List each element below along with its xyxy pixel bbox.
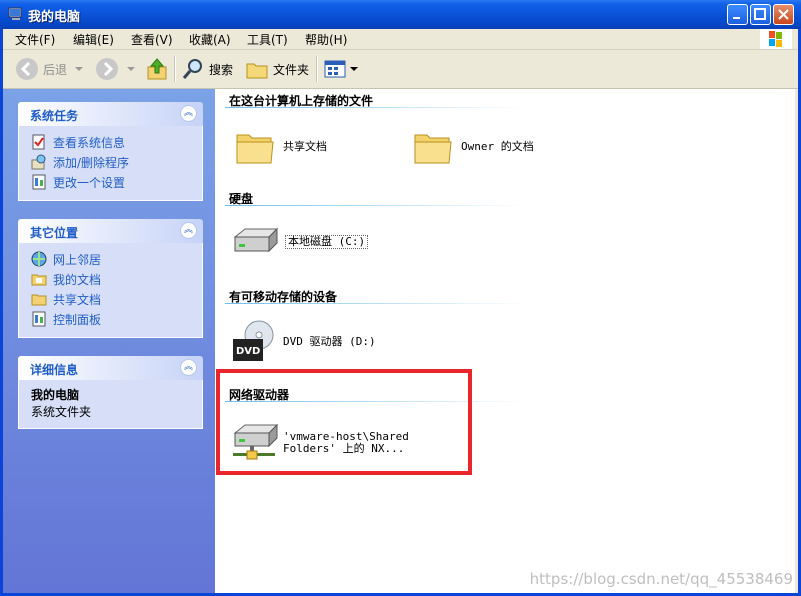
collapse-icon[interactable]: ︽ xyxy=(180,222,197,239)
watermark: https://blog.csdn.net/qq_45538469 xyxy=(529,570,793,588)
menu-tools[interactable]: 工具(T) xyxy=(247,31,288,48)
control-panel-icon xyxy=(32,311,46,327)
menu-edit[interactable]: 编辑(E) xyxy=(73,31,114,48)
menu-favorites[interactable]: 收藏(A) xyxy=(189,31,231,48)
task-label: 添加/删除程序 xyxy=(53,155,130,170)
system-tasks-title: 系统任务 xyxy=(30,109,79,123)
details-header[interactable]: 详细信息 ︽ xyxy=(18,356,203,380)
task-change-setting[interactable]: 更改一个设置 xyxy=(31,172,192,192)
other-places-title: 其它位置 xyxy=(30,226,79,240)
item-owner-documents[interactable]: Owner 的文档 xyxy=(413,127,534,167)
system-info-icon xyxy=(32,134,45,150)
task-add-remove-programs[interactable]: 添加/删除程序 xyxy=(31,152,192,172)
details-panel: 详细信息 ︽ 我的电脑 系统文件夹 xyxy=(18,356,203,429)
item-local-disk-c[interactable]: 本地磁盘 (C:) xyxy=(231,225,369,259)
search-label: 搜索 xyxy=(209,62,234,77)
task-label: 查看系统信息 xyxy=(53,135,126,150)
place-my-documents[interactable]: 我的文档 xyxy=(31,269,192,289)
details-description: 系统文件夹 xyxy=(31,405,92,419)
menu-file[interactable]: 文件(F) xyxy=(15,31,55,48)
folders-icon xyxy=(246,63,268,79)
collapse-icon[interactable]: ︽ xyxy=(180,359,197,376)
group-divider xyxy=(225,205,525,206)
back-button[interactable]: 后退 xyxy=(15,56,85,82)
search-button[interactable]: 搜索 xyxy=(181,56,233,82)
maximize-icon xyxy=(754,8,766,20)
computer-icon xyxy=(8,7,22,20)
other-places-body: 网上邻居 我的文档 共享文档 控制面板 xyxy=(18,243,203,338)
back-label: 后退 xyxy=(43,62,68,77)
place-control-panel[interactable]: 控制面板 xyxy=(31,309,192,329)
back-arrow-icon xyxy=(16,58,38,80)
folder-icon xyxy=(236,134,274,164)
item-dvd-drive-d[interactable]: DVD DVD 驱动器 (D:) xyxy=(231,319,376,365)
chevron-down-icon xyxy=(75,67,84,71)
place-label: 网上邻居 xyxy=(53,252,102,267)
minimize-button[interactable] xyxy=(727,4,748,25)
item-shared-documents[interactable]: 共享文档 xyxy=(235,127,327,167)
close-button[interactable] xyxy=(773,4,794,25)
search-icon xyxy=(182,59,202,79)
item-label: 共享文档 xyxy=(283,140,327,153)
task-pane: 系统任务 ︽ 查看系统信息 添加/删除程序 更改一个设置 其它位置 ︽ 网上邻居… xyxy=(3,89,215,593)
toolbar-separator xyxy=(174,56,176,82)
minimize-icon xyxy=(733,17,740,19)
network-places-icon xyxy=(31,251,47,267)
folders-label: 文件夹 xyxy=(273,62,310,77)
group-divider xyxy=(225,303,525,304)
forward-arrow-icon xyxy=(96,58,118,80)
item-label: DVD 驱动器 (D:) xyxy=(283,335,376,348)
item-label: 本地磁盘 (C:) xyxy=(285,235,369,249)
folders-button[interactable]: 文件夹 xyxy=(245,56,309,82)
system-tasks-body: 查看系统信息 添加/删除程序 更改一个设置 xyxy=(18,126,203,201)
svg-text:DVD: DVD xyxy=(236,346,260,357)
details-title: 详细信息 xyxy=(30,363,79,377)
file-view: 在这台计算机上存储的文件 共享文档 Owner 的文档 硬盘 本地磁盘 (C:)… xyxy=(215,89,795,593)
close-icon xyxy=(778,9,789,20)
task-label: 更改一个设置 xyxy=(53,175,126,190)
forward-button[interactable] xyxy=(95,56,137,82)
folder-icon xyxy=(31,294,47,306)
toolbar-separator xyxy=(316,56,318,82)
window-title: 我的电脑 xyxy=(28,10,81,25)
place-network[interactable]: 网上邻居 xyxy=(31,249,192,269)
add-remove-programs-icon xyxy=(31,154,46,170)
place-label: 控制面板 xyxy=(53,312,102,327)
hard-drive-icon xyxy=(233,227,279,253)
title-bar[interactable]: 我的电脑 xyxy=(0,0,801,29)
maximize-button[interactable] xyxy=(750,4,771,25)
menu-help[interactable]: 帮助(H) xyxy=(305,31,347,48)
place-label: 我的文档 xyxy=(53,272,102,287)
menu-bar: 文件(F) 编辑(E) 查看(V) 收藏(A) 工具(T) 帮助(H) xyxy=(3,29,798,50)
chevron-down-icon xyxy=(127,67,135,71)
collapse-icon[interactable]: ︽ xyxy=(180,105,197,122)
chevron-down-icon xyxy=(350,67,358,71)
other-places-header[interactable]: 其它位置 ︽ xyxy=(18,219,203,243)
control-panel-icon xyxy=(32,174,46,190)
task-view-system-info[interactable]: 查看系统信息 xyxy=(31,132,192,152)
place-label: 共享文档 xyxy=(53,292,102,307)
folder-icon xyxy=(414,134,452,164)
up-button[interactable] xyxy=(145,56,169,82)
highlight-annotation xyxy=(216,369,472,475)
windows-logo-icon xyxy=(760,29,792,49)
my-documents-icon xyxy=(31,274,47,286)
views-icon xyxy=(324,60,346,78)
dvd-drive-icon: DVD xyxy=(233,320,274,361)
system-tasks-header[interactable]: 系统任务 ︽ xyxy=(18,102,203,126)
system-tasks-panel: 系统任务 ︽ 查看系统信息 添加/删除程序 更改一个设置 xyxy=(18,102,203,201)
menu-view[interactable]: 查看(V) xyxy=(131,31,173,48)
details-name: 我的电脑 xyxy=(31,388,80,402)
group-divider xyxy=(225,107,525,108)
item-label: Owner 的文档 xyxy=(461,140,534,153)
views-button[interactable] xyxy=(323,56,359,82)
other-places-panel: 其它位置 ︽ 网上邻居 我的文档 共享文档 控制面板 xyxy=(18,219,203,338)
details-body: 我的电脑 系统文件夹 xyxy=(18,380,203,429)
standard-toolbar: 后退 搜索 文件夹 xyxy=(3,50,798,89)
place-shared-documents[interactable]: 共享文档 xyxy=(31,289,192,309)
folder-up-icon xyxy=(147,58,167,80)
